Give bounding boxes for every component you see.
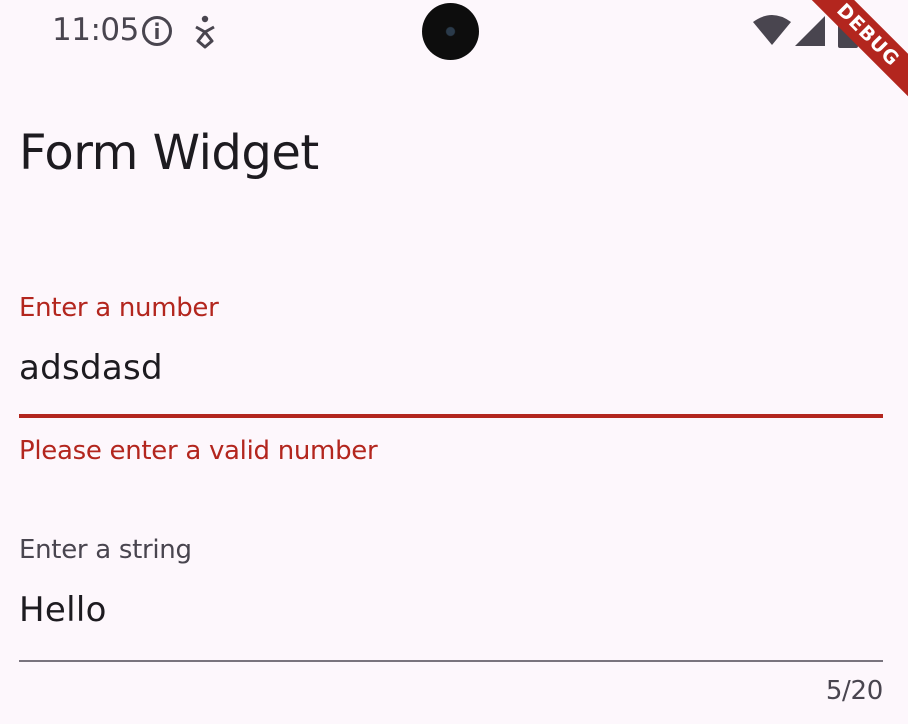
string-field-label: Enter a string (19, 535, 192, 565)
number-field-label: Enter a number (19, 293, 219, 323)
status-bar: 11:05 (0, 0, 908, 70)
string-field-underline (19, 660, 883, 662)
camera-cutout (422, 3, 479, 60)
string-input-field[interactable]: Enter a string Hello 5/20 (19, 532, 883, 712)
number-input-field[interactable]: Enter a number adsdasd Please enter a va… (19, 290, 883, 470)
wifi-icon (753, 15, 791, 45)
number-field-value[interactable]: adsdasd (19, 348, 163, 388)
signal-icon (795, 16, 825, 46)
accessibility-icon (195, 15, 215, 49)
app-screen: 11:05 DEBUG Form Widget Enter a number a… (0, 0, 908, 724)
status-time: 11:05 (52, 12, 139, 48)
string-field-value[interactable]: Hello (19, 590, 107, 630)
info-icon (142, 16, 172, 46)
number-field-error: Please enter a valid number (19, 436, 378, 466)
page-title: Form Widget (19, 125, 319, 181)
string-field-counter: 5/20 (825, 676, 883, 706)
number-field-underline (19, 414, 883, 418)
